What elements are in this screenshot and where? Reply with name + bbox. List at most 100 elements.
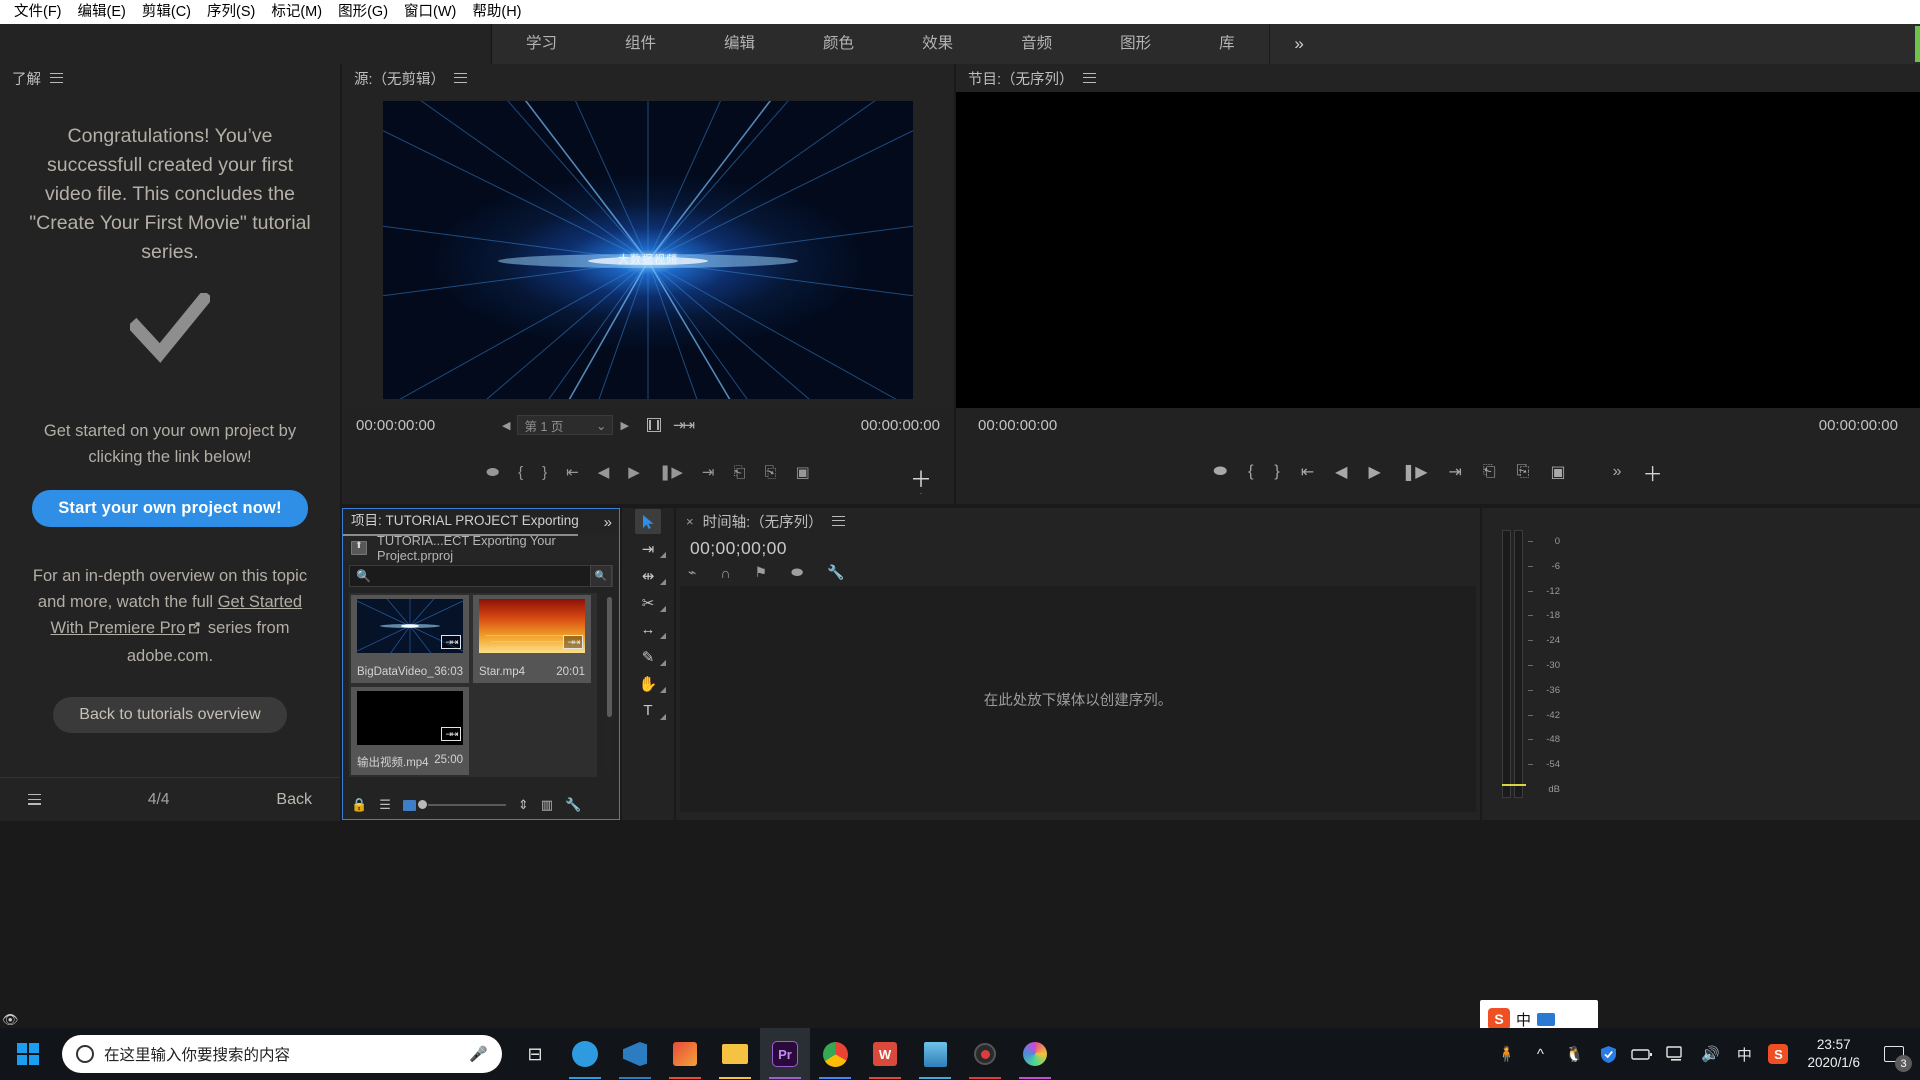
project-search-input[interactable] (370, 569, 551, 583)
list-view-icon[interactable]: ☰ (379, 797, 391, 813)
program-monitor-menu-icon[interactable] (1082, 72, 1096, 84)
linked-selection-icon[interactable]: ⌁ (688, 564, 696, 581)
taskbar-clock[interactable]: 23:57 2020/1/6 (1795, 1036, 1872, 1072)
source-monitor-stage[interactable]: 大数据视频 (342, 92, 954, 408)
list-item[interactable]: ⇥⇥ Star.mp4 20:01 (473, 595, 591, 683)
tool-pen[interactable]: ✎ ◢ (622, 643, 674, 670)
start-button[interactable] (0, 1028, 56, 1080)
list-item[interactable]: ⇥⇥ BigDataVideo_ 36:03 (351, 595, 469, 683)
project-search-bar[interactable]: 🔍 🔍 (349, 565, 613, 587)
program-timecode-duration[interactable]: 00:00:00:00 (1819, 417, 1898, 434)
battery-icon[interactable] (1625, 1028, 1659, 1080)
taskbar-notes[interactable] (910, 1028, 960, 1080)
marker-flag-icon[interactable]: ⚑ (755, 564, 768, 581)
hidden-icons-indicator[interactable]: 👁 (2, 1012, 20, 1028)
tab-audio[interactable]: 音频 (987, 24, 1086, 64)
tool-type[interactable]: T ◢ (622, 697, 674, 724)
timeline-panel-menu-icon[interactable] (831, 515, 845, 527)
parent-bin-icon[interactable] (351, 540, 368, 555)
pgm-play-icon[interactable]: ▶ (1368, 462, 1380, 482)
source-timecode-current[interactable]: 00:00:00:00 (356, 417, 476, 434)
list-item[interactable]: ⇥⇥ 输出视频.mp4 25:00 (351, 687, 469, 775)
tab-assembly[interactable]: 组件 (591, 24, 690, 64)
sort-icon[interactable]: ⇕ (518, 797, 529, 813)
taskbar-paint[interactable] (1010, 1028, 1060, 1080)
overwrite-icon[interactable]: ⎘ (765, 464, 777, 481)
program-monitor-stage[interactable] (956, 92, 1920, 408)
pgm-step-forward-icon[interactable]: ❚▶ (1402, 462, 1428, 482)
tool-ripple-edit[interactable]: ⇹ ◢ (622, 562, 674, 589)
source-monitor-menu-icon[interactable] (454, 72, 468, 84)
transition-icon[interactable]: ⇥⇥ (673, 416, 695, 434)
pgm-mark-in-icon[interactable]: { (1248, 463, 1253, 481)
mark-out-icon[interactable]: } (542, 464, 547, 481)
start-own-project-button[interactable]: Start your own project now! (32, 490, 308, 527)
taskbar-recorder[interactable] (960, 1028, 1010, 1080)
ime-mode-label[interactable]: 中 (1516, 1009, 1531, 1030)
tool-razor[interactable]: ✂ ◢ (622, 589, 674, 616)
play-icon[interactable]: ▶ (628, 463, 640, 481)
pgm-extract-icon[interactable]: ⎘ (1517, 463, 1530, 481)
microphone-icon[interactable]: 🎤 (469, 1045, 488, 1063)
film-strip-icon[interactable] (646, 418, 661, 432)
project-scrollbar[interactable] (606, 595, 613, 775)
menu-help[interactable]: 帮助(H) (464, 1, 529, 23)
notification-center-button[interactable]: 3 (1872, 1028, 1916, 1080)
source-button-editor-icon[interactable]: ＋ · (910, 462, 932, 498)
menu-clip[interactable]: 剪辑(C) (134, 1, 199, 23)
tab-libraries[interactable]: 库 (1185, 24, 1269, 64)
taskbar-chrome[interactable] (810, 1028, 860, 1080)
step-back-icon[interactable]: ◀ (598, 463, 610, 481)
learn-footer-menu-icon[interactable] (28, 794, 41, 805)
pgm-export-frame-icon[interactable]: ▣ (1551, 462, 1566, 482)
taskbar-wps[interactable]: W (860, 1028, 910, 1080)
pgm-button-editor-icon[interactable]: ＋ (1643, 458, 1663, 487)
project-overflow-icon[interactable]: » (604, 514, 619, 531)
menu-edit[interactable]: 编辑(E) (70, 1, 134, 23)
volume-icon[interactable]: 🔊 (1693, 1028, 1727, 1080)
step-forward-icon[interactable]: ❚▶ (659, 463, 683, 481)
snap-icon[interactable]: ∩ (720, 565, 730, 581)
icon-view-icon[interactable] (402, 799, 416, 811)
menu-sequence[interactable]: 序列(S) (199, 1, 263, 23)
pgm-go-to-out-icon[interactable]: ⇥ (1449, 462, 1462, 482)
add-marker-icon[interactable]: ⬬ (486, 464, 499, 481)
tab-learn[interactable]: 学习 (492, 24, 591, 64)
tool-slip[interactable]: ↔ ◢ (622, 616, 674, 643)
people-icon[interactable]: 🧍 (1489, 1028, 1523, 1080)
menu-marker[interactable]: 标记(M) (263, 1, 330, 23)
go-to-out-icon[interactable]: ⇥ (702, 463, 715, 481)
tool-track-select[interactable]: ⇥ ◢ (622, 535, 674, 562)
filter-bin-icon[interactable]: 🔍 (590, 565, 612, 587)
taskbar-premiere[interactable]: Pr (760, 1028, 810, 1080)
sogou-tray-icon[interactable]: S (1761, 1028, 1795, 1080)
learn-panel-menu-icon[interactable] (50, 72, 63, 84)
pgm-step-back-icon[interactable]: ◀ (1335, 462, 1347, 482)
insert-icon[interactable]: ⎗ (733, 464, 745, 481)
tab-editing[interactable]: 编辑 (690, 24, 789, 64)
page-dropdown[interactable]: 第 1 页 ⌄ (517, 415, 614, 435)
lock-icon[interactable]: 🔒 (351, 797, 367, 813)
taskbar-cortana[interactable] (560, 1028, 610, 1080)
pgm-add-marker-icon[interactable]: ⬬ (1213, 463, 1227, 481)
page-next-icon[interactable]: ▶ (620, 419, 628, 432)
taskbar-vscode[interactable] (610, 1028, 660, 1080)
timeline-settings-icon[interactable]: 🔧 (827, 564, 844, 581)
ime-chinese-icon[interactable]: 中 (1727, 1028, 1761, 1080)
learn-back-button[interactable]: Back (276, 791, 312, 809)
close-icon[interactable]: × (686, 514, 694, 529)
qq-penguin-icon[interactable]: 🐧 (1557, 1028, 1591, 1080)
timeline-drop-zone[interactable]: 在此处放下媒体以创建序列。 (680, 586, 1476, 812)
taskbar-search[interactable]: 在这里输入你要搜索的内容 🎤 (62, 1035, 502, 1073)
taskbar-taskview-button[interactable]: ⊟ (510, 1028, 560, 1080)
export-frame-icon[interactable]: ▣ (796, 463, 810, 481)
pgm-go-to-in-icon[interactable]: ⇤ (1301, 462, 1314, 482)
pgm-lift-icon[interactable]: ⎗ (1483, 463, 1496, 481)
program-timecode-current[interactable]: 00:00:00:00 (978, 417, 1057, 434)
tab-graphics[interactable]: 图形 (1086, 24, 1185, 64)
workspace-scroll-indicator[interactable] (1915, 26, 1920, 62)
menu-graphics[interactable]: 图形(G) (330, 1, 396, 23)
menu-file[interactable]: 文件(F) (6, 1, 70, 23)
zoom-slider[interactable] (417, 800, 506, 809)
pgm-overflow-icon[interactable]: » (1613, 463, 1622, 481)
